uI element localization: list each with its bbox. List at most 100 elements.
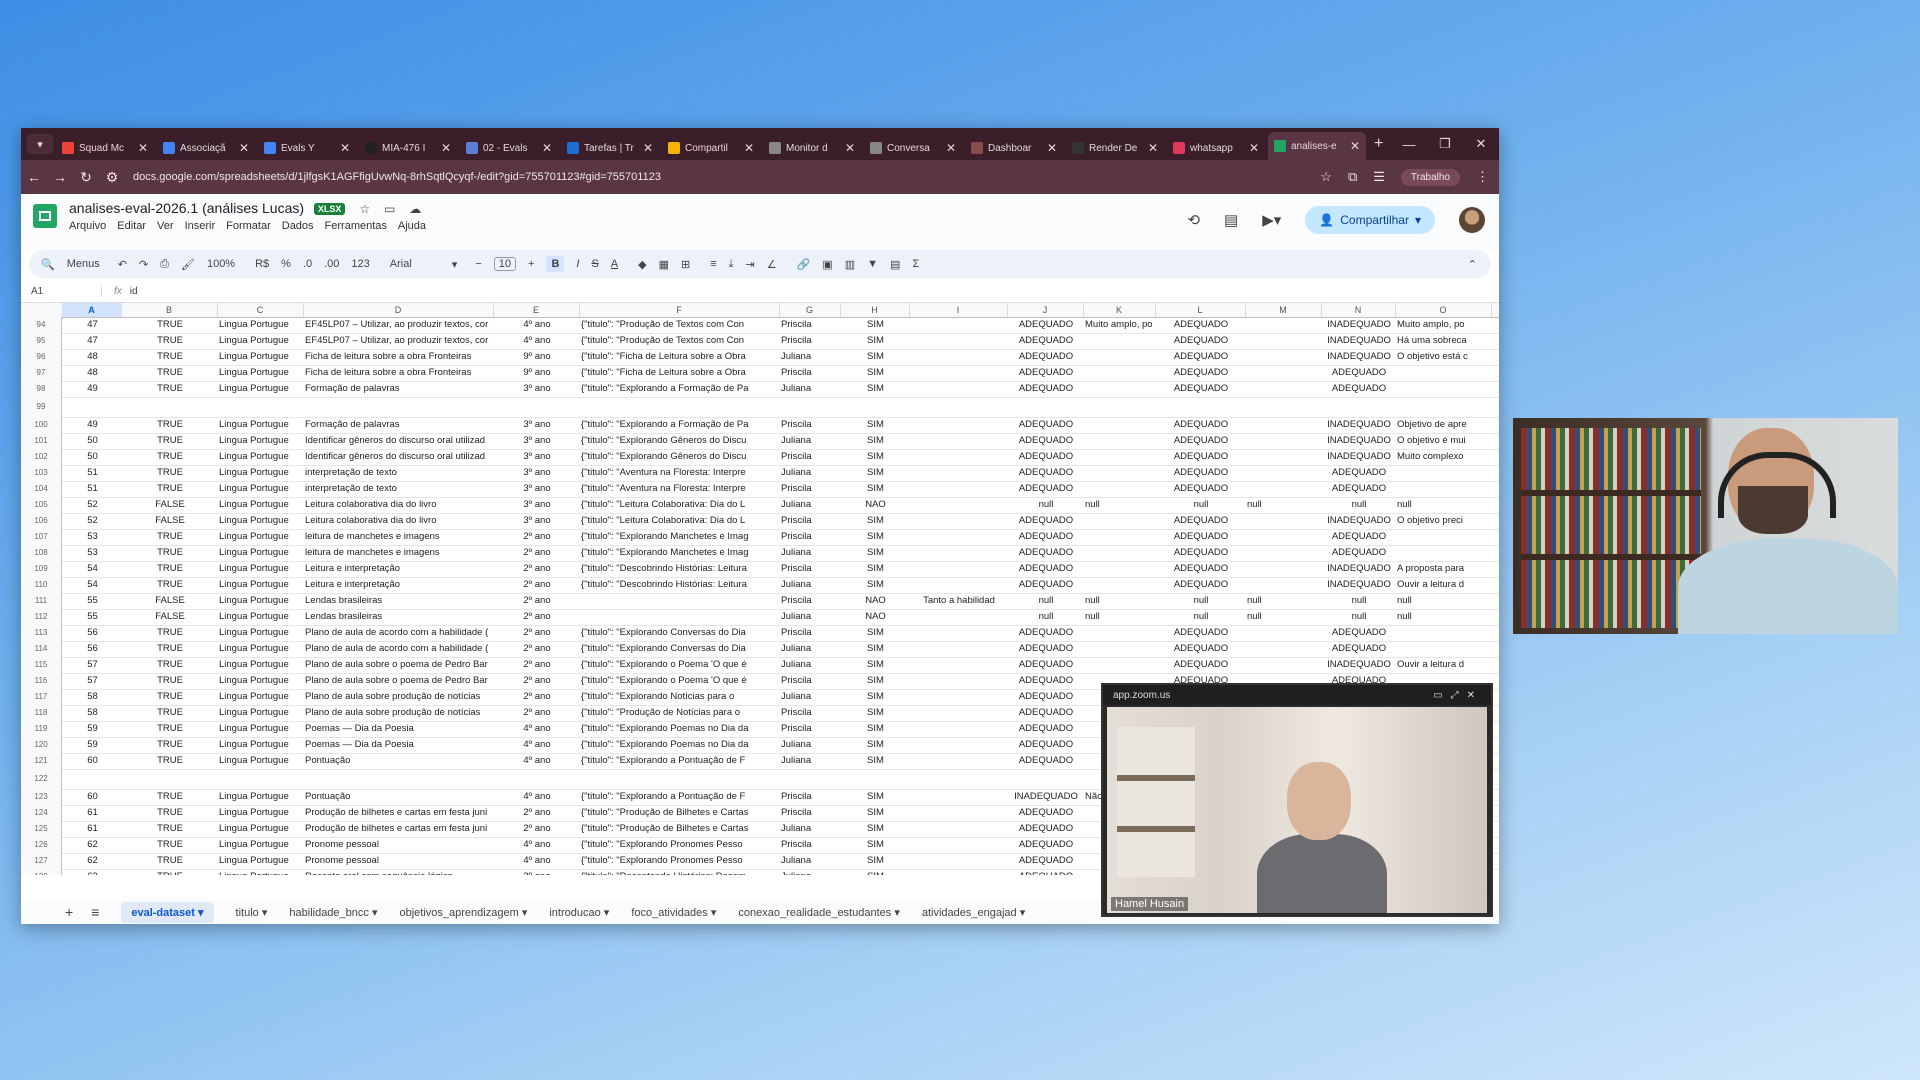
- browser-tab[interactable]: Conversa ✕: [864, 136, 962, 160]
- table-cell[interactable]: [1245, 349, 1321, 365]
- table-cell[interactable]: Priscila: [779, 721, 840, 737]
- name-box[interactable]: A1: [21, 285, 102, 297]
- row-number[interactable]: 106: [21, 513, 62, 529]
- table-cell[interactable]: 58: [62, 689, 121, 705]
- table-cell[interactable]: {"titulo": "Explorando Manchetes e Imag: [579, 545, 779, 561]
- table-cell[interactable]: [1245, 657, 1321, 673]
- table-cell[interactable]: TRUE: [121, 821, 217, 837]
- table-cell[interactable]: 56: [62, 625, 121, 641]
- table-cell[interactable]: TRUE: [121, 657, 217, 673]
- table-cell[interactable]: ADEQUADO: [1007, 333, 1083, 349]
- table-cell[interactable]: ADEQUADO: [1155, 641, 1245, 657]
- table-cell[interactable]: Lingua Portugue: [217, 513, 303, 529]
- row-number[interactable]: 98: [21, 381, 62, 397]
- table-cell[interactable]: TRUE: [121, 705, 217, 721]
- table-cell[interactable]: 61: [62, 821, 121, 837]
- table-cell[interactable]: Pontuação: [303, 753, 493, 769]
- table-cell[interactable]: Lingua Portugue: [217, 349, 303, 365]
- table-cell[interactable]: Lingua Portugue: [217, 753, 303, 769]
- table-cell[interactable]: ADEQUADO: [1007, 753, 1083, 769]
- table-cell[interactable]: ADEQUADO: [1007, 349, 1083, 365]
- collapse-toolbar-icon[interactable]: ⌃: [1468, 258, 1477, 271]
- table-cell[interactable]: {"titulo": "Explorando Manchetes e Imag: [579, 529, 779, 545]
- table-cell[interactable]: Lingua Portugue: [217, 561, 303, 577]
- table-cell[interactable]: ADEQUADO: [1321, 365, 1395, 381]
- table-cell[interactable]: ADEQUADO: [1007, 853, 1083, 869]
- menu-item[interactable]: Editar: [117, 220, 146, 232]
- table-cell[interactable]: Lingua Portugue: [217, 837, 303, 853]
- tab-close-icon[interactable]: ✕: [1350, 139, 1360, 153]
- table-cell[interactable]: null: [1395, 593, 1491, 609]
- table-cell[interactable]: 3º ano: [493, 481, 579, 497]
- table-cell[interactable]: ADEQUADO: [1155, 381, 1245, 397]
- table-cell[interactable]: Lingua Portugue: [217, 465, 303, 481]
- table-cell[interactable]: 58: [62, 705, 121, 721]
- table-cell[interactable]: 4º ano: [493, 333, 579, 349]
- table-cell[interactable]: {"titulo": "Explorando Poemas no Dia da: [579, 737, 779, 753]
- tab-close-icon[interactable]: ✕: [239, 141, 249, 155]
- table-cell[interactable]: null: [1007, 593, 1083, 609]
- table-cell[interactable]: FALSE: [121, 593, 217, 609]
- table-cell[interactable]: {"titulo": "Explorando Pronomes Pesso: [579, 837, 779, 853]
- table-cell[interactable]: [1083, 657, 1155, 673]
- table-cell[interactable]: {"titulo": "Explorando a Pontuação de F: [579, 789, 779, 805]
- table-cell[interactable]: ADEQUADO: [1321, 381, 1395, 397]
- extensions-icon[interactable]: ⧉: [1348, 169, 1357, 185]
- row-number[interactable]: 123: [21, 789, 62, 805]
- column-header[interactable]: O: [1395, 303, 1492, 317]
- table-cell[interactable]: [909, 821, 1007, 837]
- table-cell[interactable]: {"titulo": "Explorando Pronomes Pesso: [579, 853, 779, 869]
- table-cell[interactable]: Lingua Portugue: [217, 805, 303, 821]
- table-cell[interactable]: null: [1007, 609, 1083, 625]
- all-sheets-icon[interactable]: ≡: [91, 904, 99, 920]
- sheet-tab[interactable]: foco_atividades ▾: [631, 906, 716, 919]
- table-cell[interactable]: ADEQUADO: [1007, 433, 1083, 449]
- table-cell[interactable]: [909, 465, 1007, 481]
- table-cell[interactable]: [1395, 397, 1491, 417]
- sheet-tab[interactable]: introducao ▾: [549, 906, 609, 919]
- row-number[interactable]: 101: [21, 433, 62, 449]
- table-cell[interactable]: Lingua Portugue: [217, 673, 303, 689]
- table-cell[interactable]: Priscila: [779, 805, 840, 821]
- table-cell[interactable]: ADEQUADO: [1155, 529, 1245, 545]
- table-cell[interactable]: TRUE: [121, 737, 217, 753]
- paint-format-icon[interactable]: 🖌: [181, 258, 195, 271]
- table-cell[interactable]: 60: [62, 753, 121, 769]
- table-cell[interactable]: [909, 561, 1007, 577]
- table-cell[interactable]: TRUE: [121, 753, 217, 769]
- table-cell[interactable]: 4º ano: [493, 837, 579, 853]
- row-number[interactable]: 110: [21, 577, 62, 593]
- browser-tab[interactable]: Squad Mc ✕: [56, 136, 154, 160]
- table-cell[interactable]: [1083, 513, 1155, 529]
- sheet-tab[interactable]: objetivos_aprendizagem ▾: [400, 906, 528, 919]
- table-cell[interactable]: 56: [62, 641, 121, 657]
- table-cell[interactable]: TRUE: [121, 689, 217, 705]
- table-cell[interactable]: O objetivo preci: [1395, 513, 1491, 529]
- table-cell[interactable]: 3º ano: [493, 869, 579, 875]
- table-cell[interactable]: 54: [62, 561, 121, 577]
- column-header[interactable]: C: [217, 303, 304, 317]
- table-cell[interactable]: 9º ano: [493, 365, 579, 381]
- table-cell[interactable]: ADEQUADO: [1007, 705, 1083, 721]
- sheet-tab[interactable]: titulo ▾: [236, 906, 268, 919]
- table-cell[interactable]: Lingua Portugue: [217, 529, 303, 545]
- table-cell[interactable]: {"titulo": "Explorando o Poema 'O que é: [579, 657, 779, 673]
- table-cell[interactable]: 52: [62, 513, 121, 529]
- table-cell[interactable]: 53: [62, 529, 121, 545]
- table-cell[interactable]: NAO: [840, 593, 909, 609]
- table-cell[interactable]: Juliana: [779, 465, 840, 481]
- table-cell[interactable]: Juliana: [779, 349, 840, 365]
- table-cell[interactable]: [1083, 449, 1155, 465]
- table-cell[interactable]: Poemas — Dia da Poesia: [303, 721, 493, 737]
- table-cell[interactable]: Plano de aula sobre o poema de Pedro Bar: [303, 673, 493, 689]
- table-cell[interactable]: INADEQUADO: [1321, 513, 1395, 529]
- table-cell[interactable]: 2º ano: [493, 625, 579, 641]
- table-cell[interactable]: SIM: [840, 869, 909, 875]
- row-number[interactable]: 102: [21, 449, 62, 465]
- menu-item[interactable]: Ferramentas: [325, 220, 387, 232]
- column-header[interactable]: N: [1321, 303, 1396, 317]
- tab-close-icon[interactable]: ✕: [542, 141, 552, 155]
- table-cell[interactable]: 53: [62, 545, 121, 561]
- table-cell[interactable]: Plano de aula de acordo com a habilidade…: [303, 625, 493, 641]
- table-row[interactable]: 113 56 TRUE Lingua Portugue Plano de aula de…: [21, 625, 1499, 642]
